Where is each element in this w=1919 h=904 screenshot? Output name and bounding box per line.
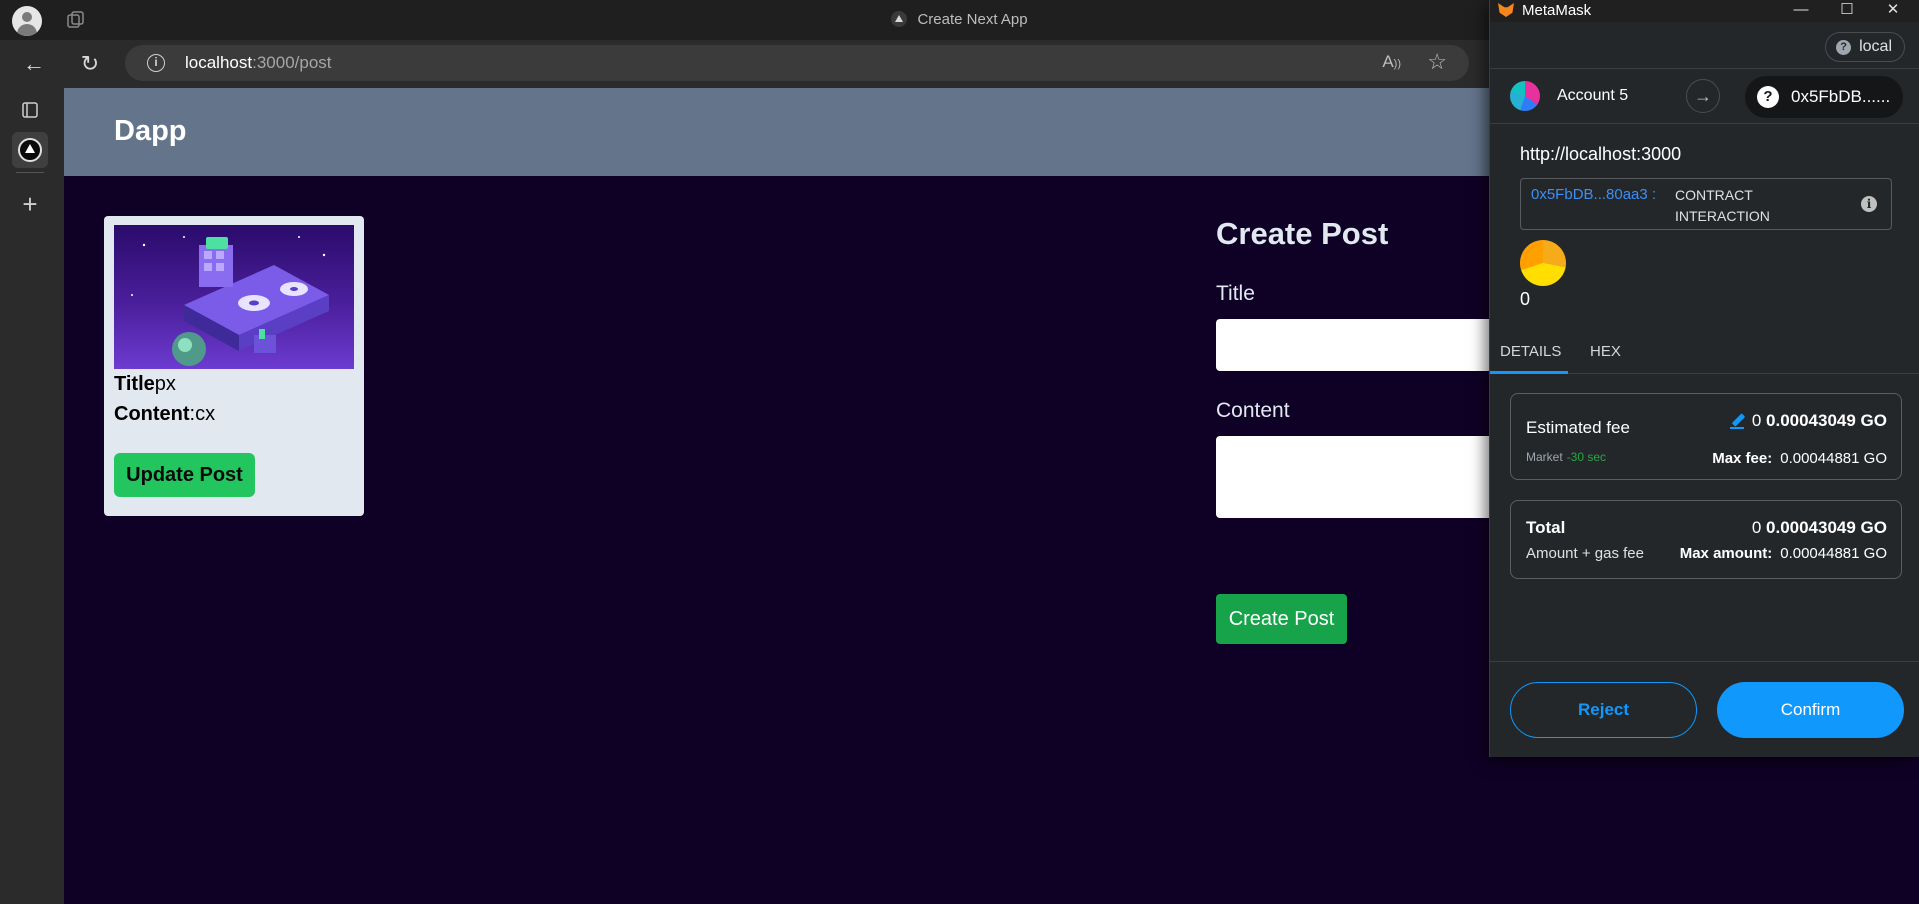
recipient-address: 0x5FbDB...... <box>1791 87 1891 106</box>
max-amount-value: 0.00044881 GO <box>1780 545 1887 562</box>
contract-address-link[interactable]: 0x5FbDB...80aa3 : <box>1531 185 1671 205</box>
tab-hex[interactable]: HEX <box>1590 343 1621 360</box>
post-card: Titlepx Content:cx Update Post <box>104 216 364 516</box>
market-label: Market <box>1526 450 1563 464</box>
total-amount: 0.00043049 GO <box>1766 518 1887 537</box>
maximize-icon[interactable]: ☐ <box>1824 0 1870 22</box>
market-time: -30 sec <box>1566 450 1607 464</box>
estimated-fee-prefix: 0 <box>1751 411 1762 430</box>
metamask-window: MetaMask — ☐ ✕ ? local Account 5 → ? 0x5F… <box>1489 0 1919 757</box>
new-tab-plus-icon[interactable]: + <box>12 186 48 222</box>
browser-toolbar: ← ↻ i localhost:3000/post A)) ☆ <box>0 40 1490 88</box>
create-post-button[interactable]: Create Post <box>1216 594 1347 644</box>
recipient-pill[interactable]: ? 0x5FbDB...... <box>1745 76 1903 118</box>
url-host: localhost <box>185 53 253 72</box>
recipient-unknown-icon: ? <box>1757 86 1779 108</box>
read-aloud-label: A <box>1382 52 1394 71</box>
total-box: Total Amount + gas fee 0 0.00043049 GO M… <box>1510 500 1902 579</box>
max-amount-label: Max amount: <box>1679 545 1773 562</box>
total-label: Total <box>1526 518 1566 537</box>
metamask-footer: Reject Confirm <box>1490 661 1919 757</box>
browser-sidebar: + <box>0 88 64 904</box>
max-amount: Max amount: 0.00044881 GO <box>1680 545 1887 562</box>
post-content-field: Content:cx <box>114 403 215 426</box>
sidebar-divider <box>16 172 44 173</box>
post-title-label: Title <box>114 373 155 395</box>
contract-kind: CONTRACT INTERACTION <box>1675 187 1770 224</box>
metamask-fox-icon <box>1498 3 1514 17</box>
minimize-icon[interactable]: — <box>1778 0 1824 22</box>
network-name: local <box>1859 38 1892 55</box>
create-post-heading: Create Post <box>1216 216 1389 251</box>
info-icon[interactable]: i <box>1861 196 1877 212</box>
network-selector[interactable]: ? local <box>1825 32 1905 62</box>
account-avatar-icon <box>1510 81 1540 111</box>
update-post-button[interactable]: Update Post <box>114 453 255 497</box>
url-path: :3000/post <box>252 53 332 72</box>
content-label: Content <box>1216 399 1290 422</box>
post-title-value: px <box>154 373 176 395</box>
active-tab-icon[interactable] <box>12 132 48 168</box>
post-image <box>114 225 354 369</box>
request-origin: http://localhost:3000 <box>1520 144 1682 164</box>
window-title-text: Create Next App <box>917 11 1028 28</box>
tab-details[interactable]: DETAILS <box>1500 343 1561 360</box>
total-prefix: 0 <box>1751 518 1762 537</box>
total-sub-label: Amount + gas fee <box>1526 545 1644 562</box>
back-arrow-icon[interactable]: ← <box>20 50 48 78</box>
contract-interaction-box: 0x5FbDB...80aa3 : CONTRACT INTERACTION i <box>1520 178 1892 230</box>
transaction-amount: 0 <box>1520 289 1531 309</box>
max-fee-label: Max fee: <box>1712 450 1773 467</box>
max-fee-value: 0.00044881 GO <box>1780 450 1887 467</box>
confirm-button[interactable]: Confirm <box>1717 682 1904 738</box>
post-content-label: Content <box>114 403 190 425</box>
address-bar[interactable]: i localhost:3000/post A)) ☆ <box>125 45 1469 81</box>
post-title-field: Titlepx <box>114 373 176 396</box>
favorite-star-icon[interactable]: ☆ <box>1427 49 1447 75</box>
network-help-icon: ? <box>1836 40 1852 55</box>
details-tabs: DETAILS HEX <box>1490 331 1919 374</box>
estimated-fee-label: Estimated fee <box>1526 418 1630 437</box>
post-content-value: :cx <box>189 403 216 425</box>
title-label: Title <box>1216 282 1255 305</box>
close-icon[interactable]: ✕ <box>1870 0 1916 22</box>
edit-pencil-icon[interactable] <box>1729 413 1746 429</box>
metamask-titlebar: MetaMask — ☐ ✕ <box>1490 0 1919 22</box>
estimated-fee-value: 0 0.00043049 GO <box>1729 411 1887 431</box>
token-icon <box>1520 240 1566 286</box>
market-estimate: Market -30 sec <box>1526 450 1606 464</box>
total-value: 0 0.00043049 GO <box>1752 518 1887 538</box>
nextjs-favicon-icon <box>891 11 908 27</box>
account-name[interactable]: Account 5 <box>1557 87 1628 105</box>
metamask-window-title: MetaMask <box>1522 2 1592 19</box>
site-info-icon[interactable]: i <box>147 54 165 72</box>
arrow-right-icon: → <box>1686 79 1720 113</box>
tab-panel-icon[interactable] <box>12 92 48 128</box>
account-bar: Account 5 → ? 0x5FbDB...... <box>1490 68 1919 124</box>
estimated-fee-amount: 0.00043049 GO <box>1766 411 1887 430</box>
url-text[interactable]: localhost:3000/post <box>185 53 332 73</box>
reject-button[interactable]: Reject <box>1510 682 1697 738</box>
refresh-icon[interactable]: ↻ <box>76 50 104 78</box>
estimated-fee-box: Estimated fee 0 0.00043049 GO Market -30 … <box>1510 393 1902 480</box>
active-tab-indicator <box>1490 371 1568 374</box>
max-fee: Max fee: 0.00044881 GO <box>1712 450 1887 467</box>
app-brand[interactable]: Dapp <box>114 115 187 148</box>
read-aloud-icon[interactable]: A)) <box>1382 52 1401 72</box>
